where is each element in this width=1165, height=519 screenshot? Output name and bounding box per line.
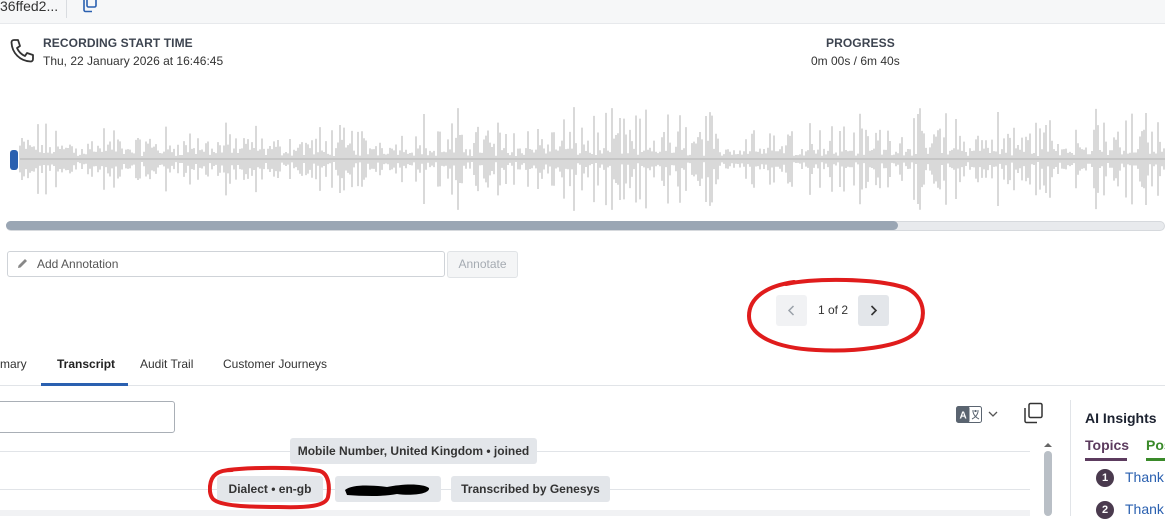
tab-customer-journeys[interactable]: Customer Journeys bbox=[223, 357, 327, 371]
progress-value: 0m 00s / 6m 40s bbox=[811, 54, 900, 68]
transcript-search-input[interactable] bbox=[0, 401, 175, 433]
pencil-icon bbox=[16, 257, 29, 275]
audio-waveform[interactable] bbox=[0, 100, 1165, 215]
copy-icon bbox=[83, 0, 97, 13]
recording-start-label: RECORDING START TIME bbox=[43, 36, 193, 50]
translate-icon[interactable]: A bbox=[956, 406, 982, 428]
redaction-mark bbox=[345, 484, 430, 496]
annotate-button[interactable]: Annotate bbox=[447, 251, 518, 278]
ai-tab-positive-indicator bbox=[1146, 458, 1165, 461]
waveform-bars bbox=[19, 107, 1165, 211]
tab-transcript[interactable]: Transcript bbox=[57, 357, 115, 371]
tab-audit-trail[interactable]: Audit Trail bbox=[140, 357, 193, 371]
ai-tab-positive[interactable]: Pos bbox=[1146, 437, 1165, 453]
topic-number-badge: 1 bbox=[1096, 469, 1114, 487]
tabs-divider bbox=[0, 385, 1165, 386]
red-highlight-circle bbox=[208, 465, 331, 510]
ai-tab-topics[interactable]: Topics bbox=[1085, 437, 1129, 453]
copy-id-button[interactable] bbox=[81, 0, 99, 19]
transcript-scroll-thumb[interactable] bbox=[1044, 451, 1052, 516]
topic-link[interactable]: Thank bbox=[1125, 469, 1164, 485]
copy-transcript-button[interactable] bbox=[1022, 402, 1044, 429]
topic-number-badge: 2 bbox=[1096, 501, 1114, 519]
chevron-down-icon[interactable] bbox=[987, 407, 999, 425]
divider bbox=[66, 0, 67, 18]
active-tab-indicator bbox=[41, 383, 128, 386]
progress-label: PROGRESS bbox=[826, 36, 895, 50]
transcript-footer-strip bbox=[0, 510, 1030, 516]
playhead-handle[interactable] bbox=[10, 150, 18, 170]
copy-icon bbox=[1024, 402, 1043, 424]
annotation-placeholder: Add Annotation bbox=[37, 257, 119, 271]
top-bar bbox=[0, 0, 1165, 24]
waveform-scroll-thumb[interactable] bbox=[6, 221, 898, 230]
recording-start-value: Thu, 22 January 2026 at 16:46:45 bbox=[43, 54, 224, 68]
ai-tab-topics-indicator bbox=[1085, 458, 1127, 461]
phone-icon bbox=[8, 37, 36, 70]
topic-link[interactable]: Thank bbox=[1125, 501, 1164, 517]
recording-id: 36ffed2... bbox=[0, 0, 59, 14]
ai-insights-title: AI Insights bbox=[1085, 410, 1157, 426]
panel-divider bbox=[1070, 400, 1071, 516]
red-highlight-circle bbox=[746, 277, 925, 353]
svg-text:A: A bbox=[960, 411, 967, 422]
transcription-source-badge: Transcribed by Genesys bbox=[451, 476, 610, 502]
tab-summary[interactable]: mary bbox=[0, 357, 27, 371]
participant-joined-event: Mobile Number, United Kingdom • joined bbox=[290, 438, 537, 464]
